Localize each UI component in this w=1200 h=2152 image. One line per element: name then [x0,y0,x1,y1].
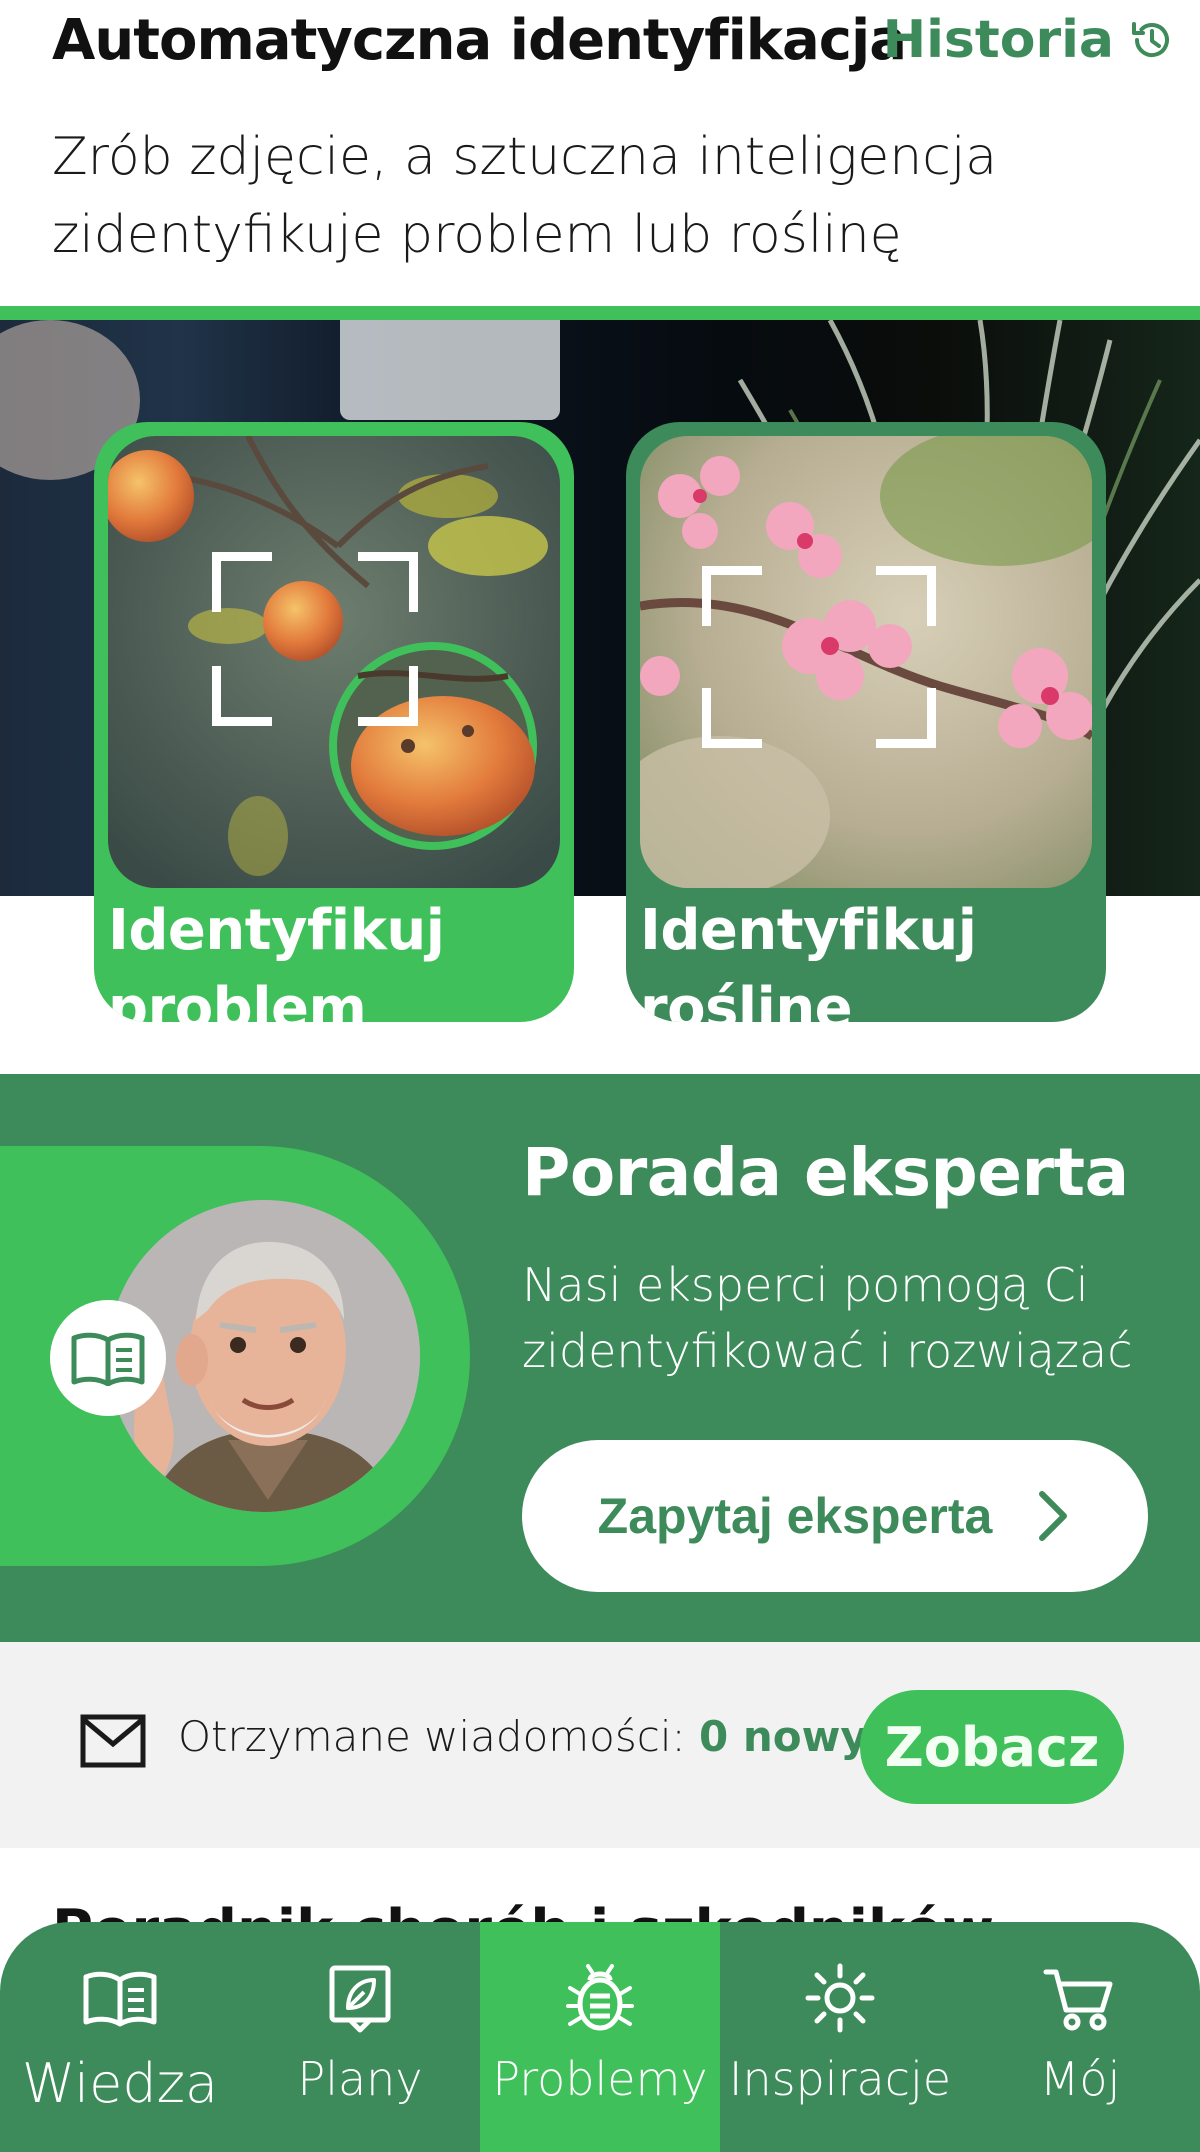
history-button[interactable]: Historia [883,10,1176,70]
scan-corner [212,666,272,726]
scan-corner [876,566,936,626]
book-icon [71,1332,145,1386]
identify-problem-label: Identyfikuj problem [108,898,445,1022]
book-icon [83,1971,157,2027]
history-label: Historia [882,10,1114,70]
page-title: Automatyczna identyfikacja [52,8,907,73]
nav-item-moj[interactable]: Mój [960,1922,1200,2152]
history-icon [1132,22,1169,57]
bug-icon [566,1964,634,2031]
nav-item-wiedza[interactable]: Wiedza [0,1922,240,2152]
apple-photo [108,436,560,888]
identify-problem-card[interactable]: Identyfikuj problem [94,422,574,1022]
nav-label: Inspiracje [728,2052,952,2106]
messages-bar: Otrzymane wiadomości: 0 nowych Zobacz [0,1642,1200,1848]
sun-icon [805,1963,875,2033]
blossom-photo [640,436,1092,888]
nav-label: Mój [1039,2052,1121,2106]
bottom-nav: Wiedza Plany Problemy Inspiracje Mój [0,1922,1200,2152]
nav-label: Plany [297,2052,423,2106]
cart-icon [1043,1969,1113,2031]
expert-title: Porada eksperta [522,1134,1129,1211]
expert-description: Nasi eksperci pomogą Ci zidentyfikować i… [522,1258,1133,1378]
identify-plant-card[interactable]: Identyfikuj roślinę [626,422,1106,1022]
expert-section: Porada eksperta Nasi eksperci pomogą Ci … [0,1074,1200,1642]
nav-item-plany[interactable]: Plany [240,1922,480,2152]
scan-corner [876,688,936,748]
nav-label: Wiedza [21,2052,219,2115]
plan-icon [329,1965,391,2033]
scan-corner [212,552,272,612]
ask-expert-label: Zapytaj eksperta [597,1488,993,1544]
expert-badge [50,1300,166,1416]
header: Automatyczna identyfikacja Historia Zrób… [0,0,1200,310]
see-messages-button[interactable]: Zobacz [860,1690,1124,1804]
identify-plant-label: Identyfikuj roślinę [640,898,977,1022]
nav-label: Problemy [492,2052,708,2106]
page-subtitle: Zrób zdjęcie, a sztuczna inteligencja zi… [52,127,998,265]
scan-corner [702,688,762,748]
mail-icon [80,1714,146,1768]
accent-divider [0,306,1200,320]
scan-corner [702,566,762,626]
nav-item-inspiracje[interactable]: Inspiracje [720,1922,960,2152]
app-screen: Automatyczna identyfikacja Historia Zrób… [0,0,1200,2152]
messages-label: Otrzymane wiadomości: [178,1712,686,1761]
messages-text: Otrzymane wiadomości: 0 nowych [178,1712,923,1761]
ask-expert-button[interactable]: Zapytaj eksperta [522,1440,1148,1592]
scan-corner [358,666,418,726]
scan-corner [358,552,418,612]
hero-blur-shape [340,320,560,420]
chevron-right-icon [1039,1491,1068,1541]
nav-item-problemy[interactable]: Problemy [480,1922,720,2152]
